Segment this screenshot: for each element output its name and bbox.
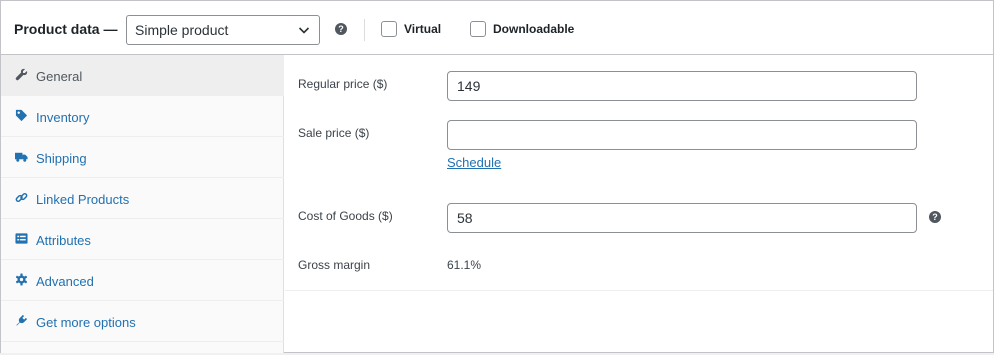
product-data-header: Product data — Simple product ? Virtual … [1,1,993,55]
gross-margin-value: 61.1% [447,258,482,272]
help-icon[interactable]: ? [335,23,347,35]
gear-icon [15,273,28,286]
tab-linked-products[interactable]: Linked Products [1,178,284,219]
general-panel: Regular price ($) Sale price ($) Schedul… [285,55,993,353]
virtual-checkbox[interactable]: Virtual [381,21,441,37]
sale-price-label: Sale price ($) [298,126,370,140]
link-icon [15,192,28,203]
product-type-value: Simple product [135,22,229,38]
product-type-select[interactable]: Simple product [126,15,320,45]
downloadable-checkbox-box[interactable] [470,21,486,37]
downloadable-checkbox[interactable]: Downloadable [470,21,574,37]
header-divider [364,19,365,41]
tab-get-more-options[interactable]: Get more options [1,301,284,342]
regular-price-input[interactable] [447,71,917,101]
tab-general[interactable]: General [1,55,284,96]
cost-help-icon[interactable]: ? [929,211,941,223]
tag-icon [15,109,28,122]
tab-inventory-label: Inventory [36,110,90,125]
wrench-icon [15,68,28,81]
virtual-checkbox-box[interactable] [381,21,397,37]
truck-icon [15,152,28,162]
plugin-icon [16,314,28,326]
product-data-title: Product data — [14,21,118,37]
list-icon [15,233,28,244]
tab-shipping[interactable]: Shipping [1,137,284,178]
tab-attributes-label: Attributes [36,233,91,248]
tab-inventory[interactable]: Inventory [1,96,284,137]
product-data-panel: Product data — Simple product ? Virtual … [0,0,994,353]
virtual-label: Virtual [404,22,442,36]
field-divider [285,290,993,291]
tab-general-label: General [36,69,83,84]
chevron-down-icon [298,27,310,34]
schedule-link[interactable]: Schedule [447,155,501,170]
gross-margin-label: Gross margin [298,258,371,272]
tab-advanced[interactable]: Advanced [1,260,284,301]
cost-of-goods-label: Cost of Goods ($) [298,209,393,223]
regular-price-label: Regular price ($) [298,77,388,91]
tab-attributes[interactable]: Attributes [1,219,284,260]
tab-advanced-label: Advanced [36,274,94,289]
tab-shipping-label: Shipping [36,151,87,166]
cost-of-goods-input[interactable] [447,203,917,233]
product-data-tabs: General Inventory Shipping Linked Produc… [1,55,284,353]
sale-price-input[interactable] [447,120,917,150]
tab-get-more-options-label: Get more options [36,315,136,330]
tab-linked-products-label: Linked Products [36,192,130,207]
downloadable-label: Downloadable [493,22,575,36]
